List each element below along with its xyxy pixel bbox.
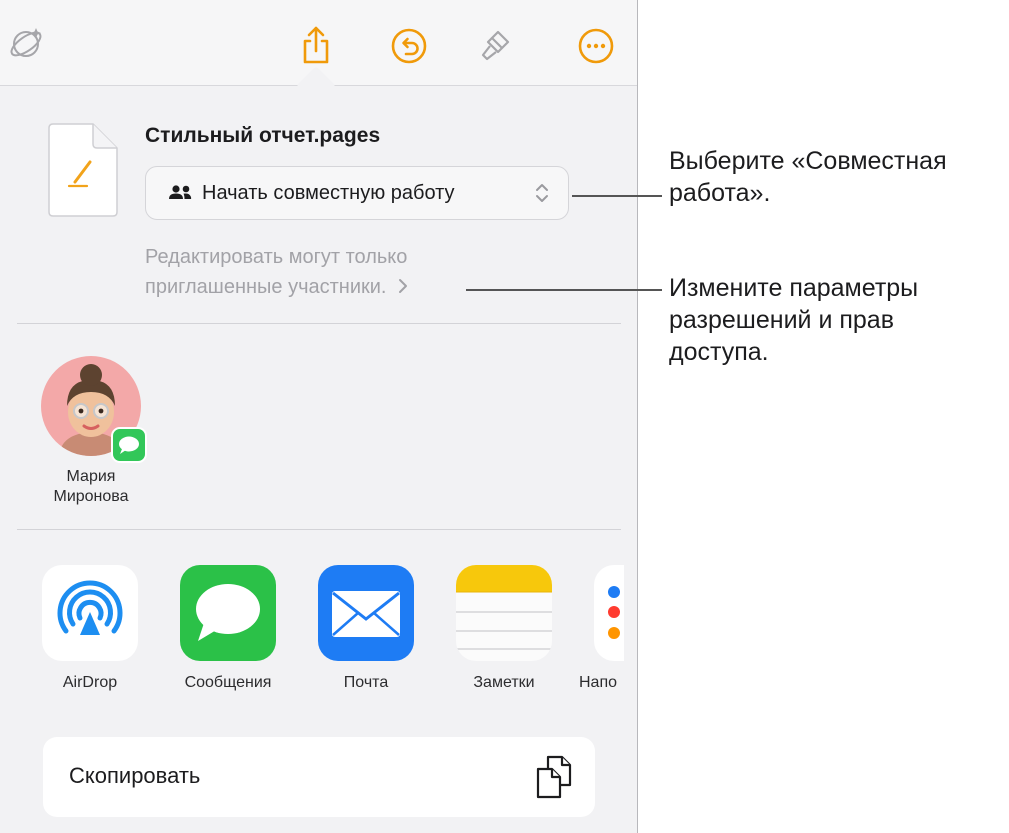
messages-badge-icon bbox=[111, 427, 147, 468]
document-thumbnail bbox=[45, 122, 119, 223]
people-icon bbox=[168, 184, 194, 209]
permissions-line1: Редактировать могут только bbox=[145, 246, 408, 268]
app-label-reminders: Напо bbox=[579, 674, 618, 691]
notes-button[interactable] bbox=[456, 565, 552, 661]
chevron-right-icon bbox=[398, 273, 408, 303]
callout-line-permissions bbox=[466, 289, 662, 291]
app-label-airdrop: AirDrop bbox=[62, 674, 118, 691]
app-label-messages: Сообщения bbox=[184, 674, 272, 691]
share-icon[interactable] bbox=[294, 24, 338, 68]
reminders-button[interactable] bbox=[594, 565, 624, 661]
share-popover-screen: Стильный отчет.pages Начать совместную р… bbox=[0, 0, 638, 833]
copy-label: Скопировать bbox=[69, 763, 201, 788]
share-sheet: Стильный отчет.pages Начать совместную р… bbox=[17, 94, 624, 833]
document-name: Стильный отчет.pages bbox=[145, 124, 381, 147]
reminders-icon bbox=[608, 586, 620, 639]
copy-button[interactable]: Скопировать bbox=[43, 737, 595, 817]
more-icon[interactable] bbox=[574, 24, 618, 68]
app-label-mail: Почта bbox=[343, 674, 389, 691]
contact-first-name: Мария bbox=[66, 468, 116, 485]
contact-last-name: Миронова bbox=[53, 488, 129, 505]
undo-icon[interactable] bbox=[387, 24, 431, 68]
mail-icon bbox=[332, 591, 400, 637]
contact-name: Мария Миронова bbox=[33, 467, 149, 507]
callout-permissions: Измените параметры разрешений и прав дос… bbox=[669, 274, 919, 366]
callout-collaboration: Выберите «Совместная работа». bbox=[669, 147, 947, 207]
notes-icon bbox=[456, 565, 552, 650]
separator bbox=[17, 323, 621, 324]
callout-line-collaboration bbox=[572, 195, 662, 197]
copy-icon bbox=[535, 755, 573, 804]
airdrop-icon bbox=[57, 580, 123, 635]
collaboration-icon[interactable] bbox=[6, 22, 50, 66]
brush-icon[interactable] bbox=[474, 24, 518, 68]
messages-button[interactable] bbox=[180, 565, 276, 661]
collaboration-option-label: Начать совместную работу bbox=[202, 182, 455, 204]
mail-button[interactable] bbox=[318, 565, 414, 661]
collaboration-selector[interactable]: Начать совместную работу bbox=[145, 166, 569, 220]
messages-icon bbox=[196, 584, 260, 641]
permissions-link[interactable]: Редактировать могут только приглашенные … bbox=[145, 242, 408, 303]
separator bbox=[17, 529, 621, 530]
app-label-notes: Заметки bbox=[473, 674, 535, 691]
airdrop-button[interactable] bbox=[42, 565, 138, 661]
chevron-updown-icon bbox=[534, 181, 550, 210]
permissions-line2: приглашенные участники. bbox=[145, 276, 387, 298]
